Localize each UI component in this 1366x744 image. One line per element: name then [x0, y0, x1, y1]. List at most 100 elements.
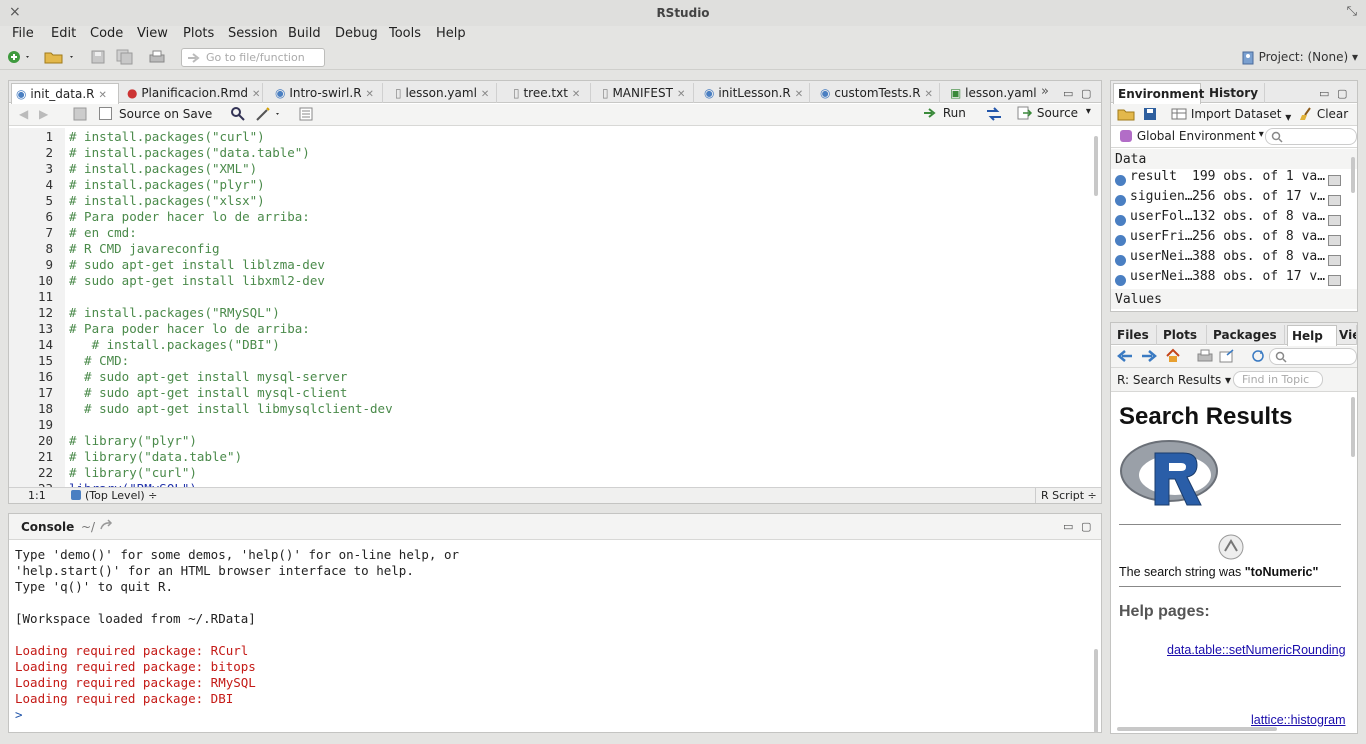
- expand-icon[interactable]: [1115, 255, 1126, 266]
- tab-help[interactable]: Help: [1287, 325, 1337, 346]
- tab-packages[interactable]: Packages: [1209, 325, 1285, 345]
- console-scrollbar[interactable]: [1094, 649, 1098, 733]
- expand-icon[interactable]: [1115, 235, 1126, 246]
- tab-custom-tests[interactable]: ◉ customTests.R ✕: [816, 83, 940, 103]
- tab-lesson-yaml-2[interactable]: ▣ lesson.yaml: [946, 83, 1042, 103]
- tab-init-data[interactable]: ◉ init_data.R ✕: [11, 83, 119, 104]
- tab-files[interactable]: Files: [1113, 325, 1157, 345]
- scope-selector[interactable]: (Top Level) ÷: [85, 489, 157, 502]
- print-help-icon[interactable]: [1197, 349, 1213, 366]
- save-workspace-icon[interactable]: [1143, 107, 1157, 124]
- maximize-env-icon[interactable]: ▢: [1337, 87, 1347, 100]
- environment-scrollbar[interactable]: [1351, 157, 1355, 193]
- project-menu[interactable]: Project: (None) ▾: [1241, 50, 1358, 65]
- new-file-icon[interactable]: [6, 49, 29, 65]
- expand-icon[interactable]: [1115, 275, 1126, 286]
- console-goto-dir-icon[interactable]: [99, 519, 113, 536]
- menu-file[interactable]: File: [12, 26, 34, 41]
- console-prompt[interactable]: >: [15, 707, 23, 722]
- filetype-selector[interactable]: R Script ÷: [1035, 488, 1101, 503]
- tab-history[interactable]: History: [1205, 83, 1265, 103]
- tab-viewer[interactable]: Vie: [1337, 325, 1357, 345]
- tab-plots[interactable]: Plots: [1159, 325, 1207, 345]
- menu-session[interactable]: Session: [228, 26, 278, 41]
- forward-icon[interactable]: [1141, 349, 1157, 366]
- more-tabs-icon[interactable]: »: [1041, 84, 1049, 99]
- environment-row[interactable]: userNei…388 obs. of 8 va…: [1115, 249, 1341, 269]
- console-output[interactable]: Type 'demo()' for some demos, 'help()' f…: [9, 541, 1101, 733]
- save-icon[interactable]: [90, 49, 108, 65]
- magic-wand-icon[interactable]: [255, 106, 283, 125]
- code-editor[interactable]: 1 # install.packages("curl") 2 # install.pa…: [9, 128, 1101, 487]
- menu-plots[interactable]: Plots: [183, 26, 214, 41]
- view-table-icon[interactable]: [1328, 255, 1341, 266]
- menu-edit[interactable]: Edit: [51, 26, 76, 41]
- save-file-icon[interactable]: [73, 107, 87, 124]
- forward-icon[interactable]: ▶: [39, 107, 48, 121]
- environment-row[interactable]: userNei…388 obs. of 17 v…: [1115, 269, 1341, 289]
- help-horizontal-scrollbar[interactable]: [1117, 727, 1277, 731]
- tab-lesson-yaml[interactable]: ▯ lesson.yaml ✕: [391, 83, 497, 103]
- close-tab-icon[interactable]: ✕: [481, 89, 489, 100]
- menu-help[interactable]: Help: [436, 26, 466, 41]
- menu-build[interactable]: Build: [288, 26, 321, 41]
- tab-planificacion[interactable]: ● Planificacion.Rmd ✕: [123, 83, 263, 103]
- help-nav-dropdown[interactable]: R: Search Results ▾: [1117, 373, 1231, 387]
- help-link[interactable]: lattice::histogram: [1251, 713, 1351, 727]
- menu-tools[interactable]: Tools: [389, 26, 421, 41]
- view-table-icon[interactable]: [1328, 215, 1341, 226]
- menu-code[interactable]: Code: [90, 26, 123, 41]
- view-table-icon[interactable]: [1328, 175, 1341, 186]
- help-link-text[interactable]: lattice::histogram: [1251, 713, 1345, 727]
- expand-icon[interactable]: [1115, 175, 1126, 186]
- find-in-topic-input[interactable]: Find in Topic: [1233, 371, 1323, 388]
- view-table-icon[interactable]: [1328, 275, 1341, 286]
- help-search-input[interactable]: [1269, 348, 1357, 365]
- clear-button[interactable]: Clear: [1299, 107, 1348, 124]
- close-tab-icon[interactable]: ✕: [677, 89, 685, 100]
- go-to-file-input[interactable]: Go to file/function: [181, 48, 325, 67]
- maximize-console-icon[interactable]: ▢: [1081, 520, 1091, 533]
- environment-search-input[interactable]: [1265, 128, 1357, 145]
- source-on-save-checkbox[interactable]: [99, 107, 112, 123]
- menu-view[interactable]: View: [137, 26, 168, 41]
- tab-tree-txt[interactable]: ▯ tree.txt ✕: [509, 83, 591, 103]
- minimize-console-icon[interactable]: ▭: [1063, 520, 1073, 533]
- open-in-window-icon[interactable]: [1219, 349, 1235, 366]
- tab-intro-swirl[interactable]: ◉ Intro-swirl.R ✕: [271, 83, 383, 103]
- environment-row[interactable]: result 199 obs. of 1 va…: [1115, 169, 1341, 189]
- tab-manifest[interactable]: ▯ MANIFEST ✕: [598, 83, 694, 103]
- close-tab-icon[interactable]: ✕: [252, 89, 260, 100]
- home-icon[interactable]: [1165, 348, 1181, 367]
- search-icon[interactable]: [230, 106, 246, 125]
- scope-selector[interactable]: Global Environment ▾: [1119, 129, 1264, 146]
- close-tab-icon[interactable]: ✕: [366, 89, 374, 100]
- help-link[interactable]: data.table::setNumericRounding: [1167, 643, 1351, 657]
- load-workspace-icon[interactable]: [1117, 107, 1135, 124]
- refresh-icon[interactable]: [1251, 349, 1265, 366]
- close-tab-icon[interactable]: ✕: [572, 89, 580, 100]
- maximize-pane-icon[interactable]: ▢: [1081, 87, 1091, 100]
- minimize-env-icon[interactable]: ▭: [1319, 87, 1329, 100]
- source-dropdown-icon[interactable]: ▾: [1086, 106, 1091, 117]
- import-dataset-button[interactable]: Import Dataset ▾: [1171, 107, 1291, 124]
- view-table-icon[interactable]: [1328, 235, 1341, 246]
- compile-report-icon[interactable]: [299, 107, 313, 124]
- open-folder-icon[interactable]: [44, 49, 73, 65]
- environment-row[interactable]: userFri…256 obs. of 8 va…: [1115, 229, 1341, 249]
- rerun-icon[interactable]: [985, 107, 1003, 124]
- expand-icon[interactable]: [1115, 215, 1126, 226]
- tab-environment[interactable]: Environment: [1113, 83, 1204, 104]
- minimize-pane-icon[interactable]: ▭: [1063, 87, 1073, 100]
- help-scrollbar[interactable]: [1351, 397, 1355, 457]
- close-tab-icon[interactable]: ✕: [925, 89, 933, 100]
- view-table-icon[interactable]: [1328, 195, 1341, 206]
- environment-row[interactable]: siguien…256 obs. of 17 v…: [1115, 189, 1341, 209]
- save-all-icon[interactable]: [116, 49, 134, 65]
- help-link-text[interactable]: data.table::setNumericRounding: [1167, 643, 1346, 657]
- print-icon[interactable]: [148, 49, 166, 65]
- close-tab-icon[interactable]: ✕: [98, 90, 106, 101]
- back-icon[interactable]: ◀: [19, 107, 28, 121]
- editor-scrollbar[interactable]: [1094, 136, 1098, 196]
- resize-window-icon[interactable]: ⤡: [1347, 4, 1357, 19]
